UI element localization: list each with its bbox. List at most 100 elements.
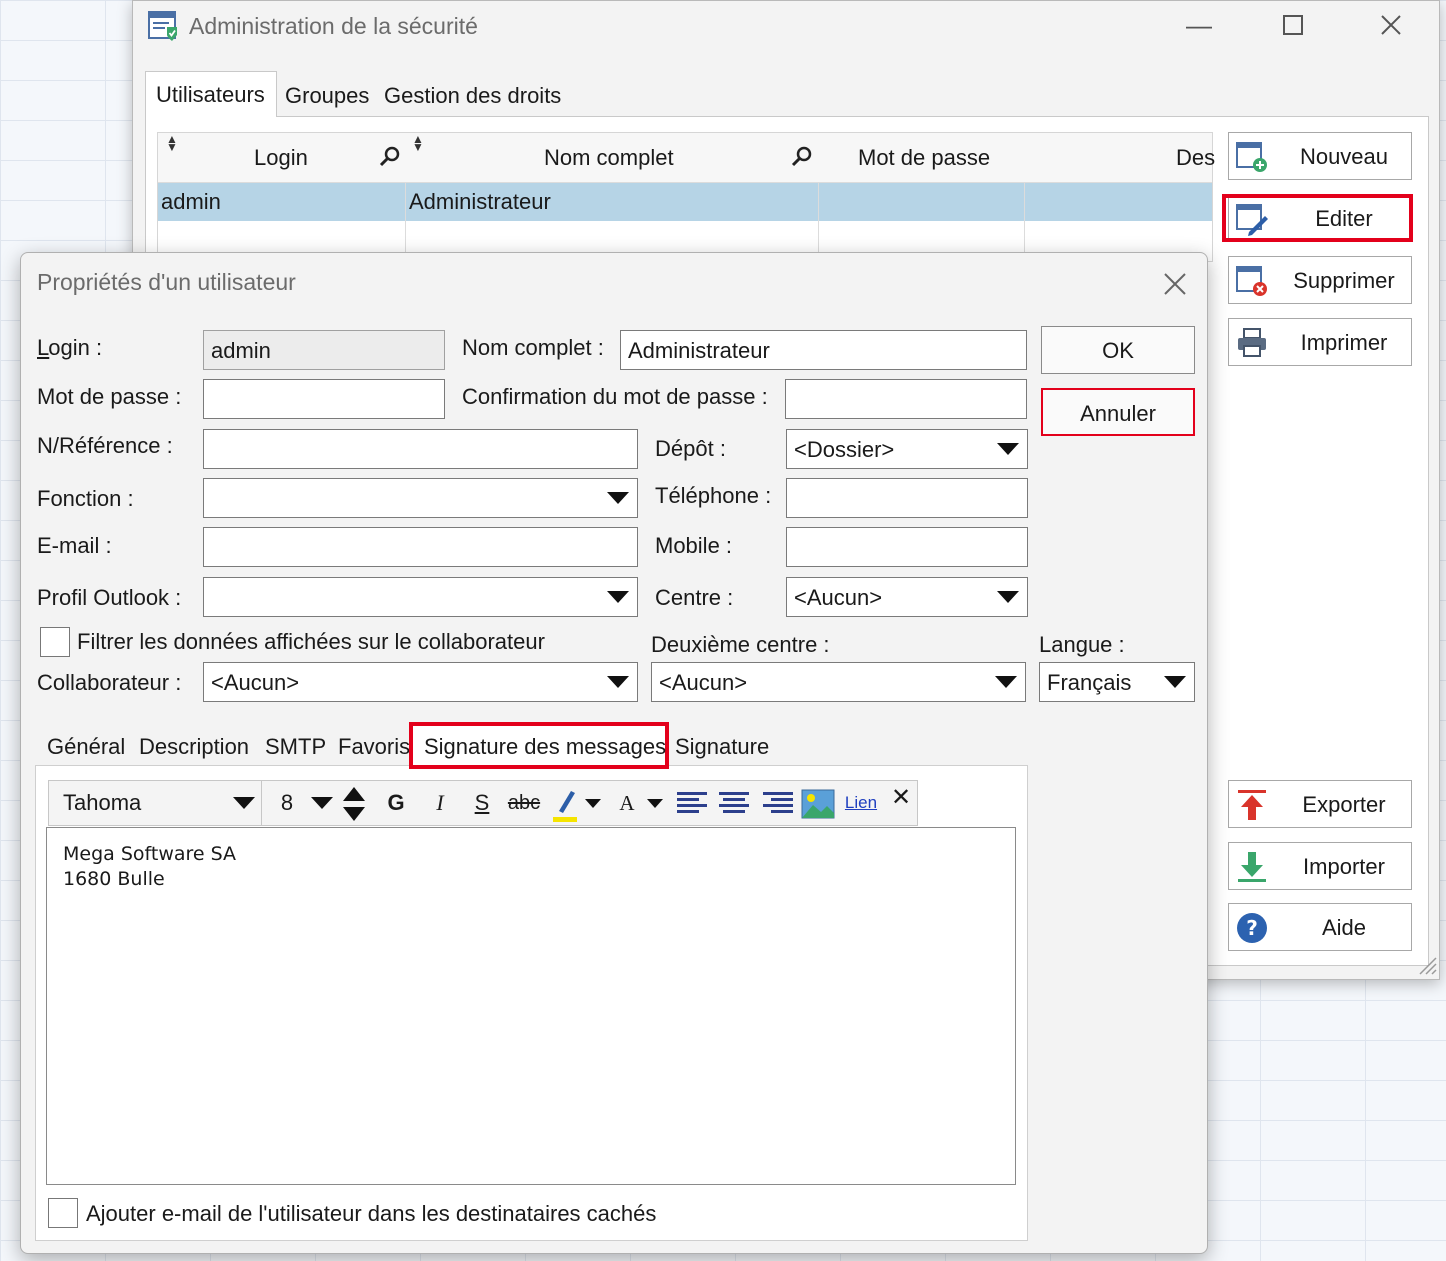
chevron-down-icon[interactable]	[647, 799, 663, 808]
telephone-field[interactable]	[786, 478, 1028, 518]
column-divider	[1024, 183, 1025, 263]
printer-icon	[1238, 328, 1266, 357]
confirmation-label: Confirmation du mot de passe :	[462, 384, 768, 409]
ok-button[interactable]: OK	[1041, 326, 1195, 374]
font-family-select[interactable]: Tahoma	[49, 781, 261, 825]
chevron-down-icon[interactable]	[585, 799, 601, 808]
users-grid: ▲ ▼ Login ▲ ▼ Nom complet Mot de passe Des…	[157, 132, 1215, 263]
signature-line: 1680 Bulle	[63, 868, 165, 890]
tab-favoris[interactable]: Favoris	[338, 734, 410, 760]
column-header-login[interactable]: Login	[254, 145, 308, 171]
tab-groupes[interactable]: Groupes	[275, 73, 379, 119]
font-family-value: Tahoma	[63, 790, 142, 815]
chevron-down-icon	[995, 676, 1017, 688]
insert-image-icon[interactable]	[801, 789, 835, 819]
align-left-icon[interactable]	[677, 790, 707, 818]
column-header-nom-complet[interactable]: Nom complet	[544, 145, 674, 171]
confirmation-field[interactable]	[785, 379, 1027, 419]
minimize-icon[interactable]: —	[1179, 5, 1219, 45]
resize-grip-icon[interactable]	[1414, 952, 1438, 976]
nom-complet-field[interactable]: Administrateur	[620, 330, 1027, 370]
font-size-value: 8	[280, 790, 294, 815]
email-label: E-mail :	[37, 533, 112, 558]
font-size-select[interactable]: 8	[263, 781, 311, 825]
bold-button[interactable]: G	[379, 781, 413, 825]
centre-value: <Aucun>	[794, 585, 883, 610]
strikethrough-button[interactable]: abc	[501, 781, 547, 825]
annuler-button[interactable]: Annuler	[1041, 388, 1195, 436]
profil-outlook-select[interactable]	[203, 577, 638, 617]
centre-select[interactable]: <Aucun>	[786, 577, 1028, 617]
email-field[interactable]	[203, 527, 638, 567]
mot-de-passe-label: Mot de passe :	[37, 384, 182, 409]
sort-icon[interactable]: ▲ ▼	[166, 133, 178, 153]
depot-select[interactable]: <Dossier>	[786, 429, 1028, 469]
profil-outlook-label: Profil Outlook :	[37, 585, 182, 610]
underline-button[interactable]: S	[467, 781, 497, 825]
mobile-field[interactable]	[786, 527, 1028, 567]
chevron-down-icon	[607, 676, 629, 688]
chevron-down-icon	[311, 797, 333, 809]
aide-label: Aide	[1321, 915, 1367, 940]
column-header-mot-de-passe[interactable]: Mot de passe	[858, 145, 990, 171]
fonction-select[interactable]	[203, 478, 638, 518]
importer-button[interactable]: Importer	[1228, 842, 1412, 890]
tab-gestion-droits[interactable]: Gestion des droits	[374, 73, 571, 119]
tab-utilisateurs[interactable]: Utilisateurs	[145, 71, 277, 117]
table-row[interactable]: admin Administrateur	[158, 183, 1212, 221]
deuxieme-centre-label: Deuxième centre :	[651, 632, 830, 657]
login-field[interactable]: admin	[203, 330, 445, 370]
align-center-icon[interactable]	[719, 790, 749, 818]
search-icon[interactable]	[790, 145, 814, 169]
aide-button[interactable]: ? Aide	[1228, 903, 1412, 951]
maximize-icon[interactable]	[1273, 5, 1313, 45]
close-dialog-icon[interactable]	[1157, 263, 1193, 303]
sort-icon[interactable]: ▲ ▼	[412, 133, 424, 153]
column-header-description[interactable]: Des	[1176, 145, 1215, 171]
export-arrow-up-icon	[1238, 790, 1266, 820]
nom-complet-label: Nom complet :	[462, 335, 604, 360]
tab-smtp[interactable]: SMTP	[265, 734, 326, 760]
svg-text:?: ?	[1246, 916, 1258, 940]
font-color-button[interactable]: A	[613, 781, 641, 825]
filtrer-label: Filtrer les données affichées sur le col…	[77, 629, 545, 654]
exporter-button[interactable]: Exporter	[1228, 780, 1412, 828]
reference-field[interactable]	[203, 429, 638, 469]
chevron-down-icon	[607, 591, 629, 603]
size-up-down-icon[interactable]	[341, 785, 367, 823]
clear-format-icon[interactable]: ✕	[887, 781, 915, 825]
tab-description[interactable]: Description	[139, 734, 249, 760]
toolbar-divider	[261, 781, 262, 825]
bcc-checkbox[interactable]	[48, 1198, 78, 1228]
langue-value: Français	[1047, 670, 1132, 695]
imprimer-button[interactable]: Imprimer	[1228, 318, 1412, 366]
supprimer-button[interactable]: Supprimer	[1228, 256, 1412, 304]
deuxieme-centre-select[interactable]: <Aucun>	[651, 662, 1026, 702]
help-icon: ?	[1237, 913, 1267, 943]
delete-record-icon	[1236, 266, 1267, 296]
tab-signature-des-messages[interactable]: Signature des messages	[409, 722, 669, 769]
chevron-down-icon	[233, 797, 255, 809]
new-record-icon	[1236, 142, 1267, 172]
highlighter-icon[interactable]	[551, 787, 581, 823]
filtrer-checkbox[interactable]	[40, 627, 70, 657]
mot-de-passe-field[interactable]	[203, 379, 445, 419]
signature-editor[interactable]: Mega Software SA 1680 Bulle	[46, 827, 1016, 1185]
nouveau-button[interactable]: Nouveau	[1228, 132, 1412, 180]
langue-select[interactable]: Français	[1039, 662, 1195, 702]
italic-button[interactable]: I	[423, 781, 457, 825]
search-icon[interactable]	[378, 145, 402, 169]
mobile-label: Mobile :	[655, 533, 733, 558]
tab-general[interactable]: Général	[47, 734, 125, 760]
bcc-checkbox-label: Ajouter e-mail de l'utilisateur dans les…	[86, 1201, 657, 1226]
telephone-label: Téléphone :	[655, 483, 772, 508]
collaborateur-select[interactable]: <Aucun>	[203, 662, 638, 702]
importer-label: Importer	[1303, 854, 1385, 879]
align-right-icon[interactable]	[763, 790, 793, 818]
column-divider	[405, 183, 406, 263]
close-window-icon[interactable]	[1371, 5, 1411, 45]
insert-link-button[interactable]: Lien	[841, 781, 881, 825]
centre-label: Centre :	[655, 585, 734, 610]
tab-signature[interactable]: Signature	[675, 734, 769, 760]
dialog-title: Propriétés d'un utilisateur	[37, 269, 296, 295]
